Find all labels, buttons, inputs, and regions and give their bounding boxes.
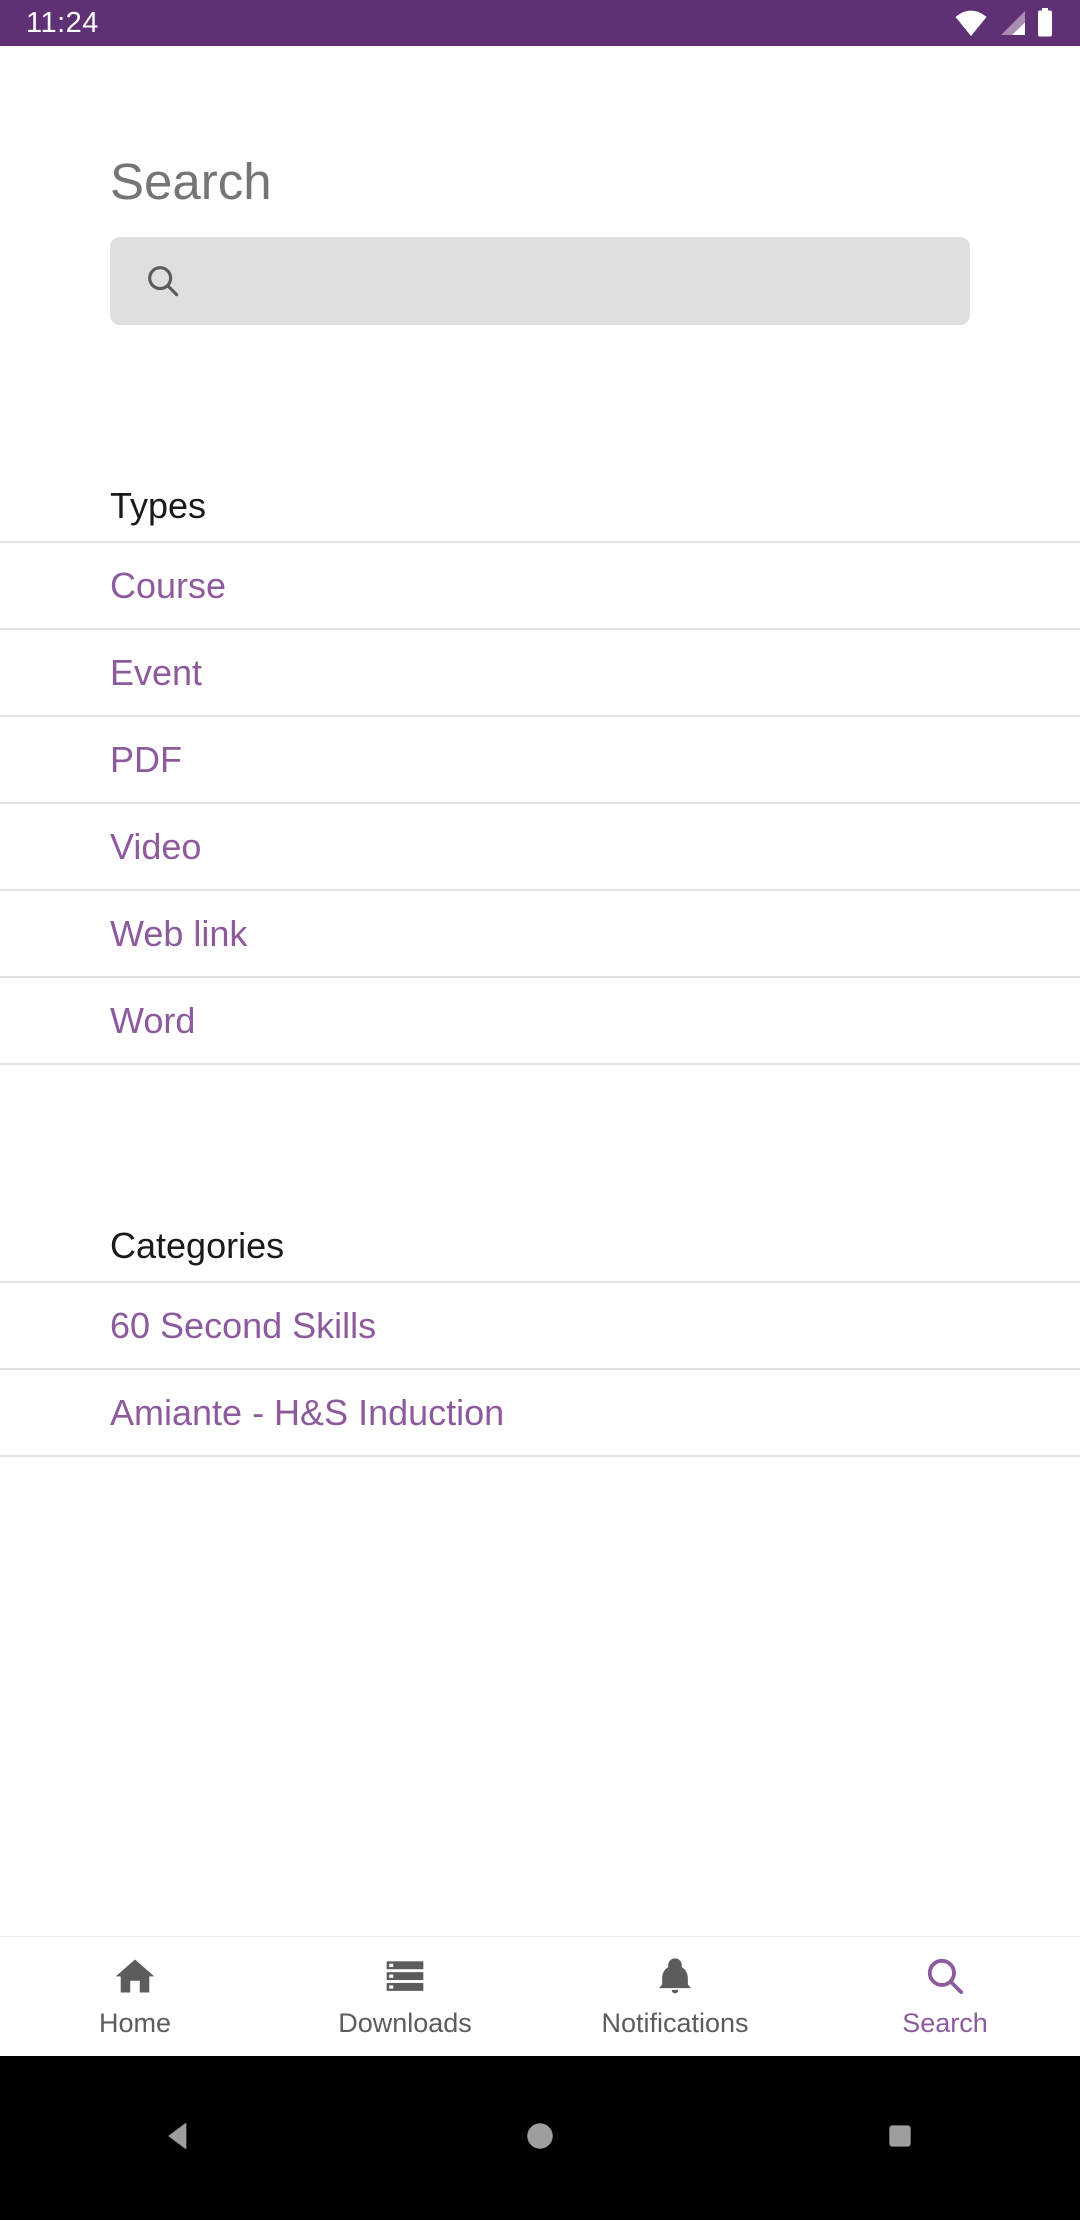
search-field-container[interactable]	[110, 237, 970, 325]
phone-screen: 11:24 Search Types Course Event PDF Vide…	[0, 0, 1080, 2220]
list-item-label: Course	[110, 564, 227, 606]
list-item-label: 60 Second Skills	[110, 1304, 377, 1346]
list-item-label: Amiante - H&S Induction	[110, 1391, 505, 1433]
cellular-signal-icon	[997, 9, 1027, 37]
list-item-label: Video	[110, 825, 202, 867]
list-item-web-link[interactable]: Web link	[0, 891, 1080, 976]
android-system-nav	[0, 2056, 1080, 2220]
downloads-list-icon	[383, 1954, 427, 1998]
home-icon	[113, 1954, 157, 1998]
square-recents-icon	[884, 2120, 916, 2157]
content-spacer-top	[0, 325, 1080, 485]
search-page-content: Search Types Course Event PDF Video Web …	[0, 46, 1080, 1958]
nav-item-label: Search	[902, 2008, 988, 2038]
search-icon	[144, 262, 182, 300]
recents-button[interactable]	[720, 2120, 1080, 2157]
status-bar-clock: 11:24	[26, 7, 99, 39]
battery-icon	[1036, 8, 1054, 38]
section-title-categories: Categories	[110, 1225, 285, 1266]
status-bar: 11:24	[0, 0, 1080, 46]
divider	[0, 1455, 1080, 1457]
list-item-event[interactable]: Event	[0, 630, 1080, 715]
section-categories: Categories 60 Second Skills Amiante - H&…	[0, 1225, 1080, 1457]
search-header: Search	[0, 46, 1080, 325]
home-button[interactable]	[360, 2119, 720, 2158]
bottom-navigation-bar: Home Downloads Notifications Search	[0, 1936, 1080, 2056]
content-spacer-middle	[0, 1065, 1080, 1225]
search-icon	[923, 1954, 967, 1998]
list-item-pdf[interactable]: PDF	[0, 717, 1080, 802]
status-bar-icons	[954, 8, 1054, 38]
triangle-back-icon	[161, 2117, 199, 2160]
nav-item-label: Notifications	[601, 2008, 749, 2038]
section-types: Types Course Event PDF Video Web link Wo…	[0, 485, 1080, 1065]
nav-item-notifications[interactable]: Notifications	[540, 1954, 810, 2039]
bell-icon	[653, 1954, 697, 1998]
list-item-course[interactable]: Course	[0, 543, 1080, 628]
nav-item-downloads[interactable]: Downloads	[270, 1954, 540, 2039]
back-button[interactable]	[0, 2117, 360, 2160]
wifi-icon	[954, 9, 988, 37]
list-item-word[interactable]: Word	[0, 978, 1080, 1063]
page-title: Search	[110, 153, 272, 210]
list-item-label: Event	[110, 651, 203, 693]
list-item-60-second-skills[interactable]: 60 Second Skills	[0, 1283, 1080, 1368]
nav-item-home[interactable]: Home	[0, 1954, 270, 2039]
section-title-types: Types	[110, 485, 207, 526]
list-item-label: Word	[110, 999, 196, 1041]
nav-item-search[interactable]: Search	[810, 1954, 1080, 2039]
circle-home-icon	[523, 2119, 557, 2158]
list-item-label: Web link	[110, 912, 248, 954]
list-item-label: PDF	[110, 738, 182, 780]
list-item-video[interactable]: Video	[0, 804, 1080, 889]
search-input[interactable]	[182, 262, 970, 300]
nav-item-label: Downloads	[338, 2008, 472, 2038]
list-item-amiante-hs-induction[interactable]: Amiante - H&S Induction	[0, 1370, 1080, 1455]
nav-item-label: Home	[98, 2008, 172, 2038]
